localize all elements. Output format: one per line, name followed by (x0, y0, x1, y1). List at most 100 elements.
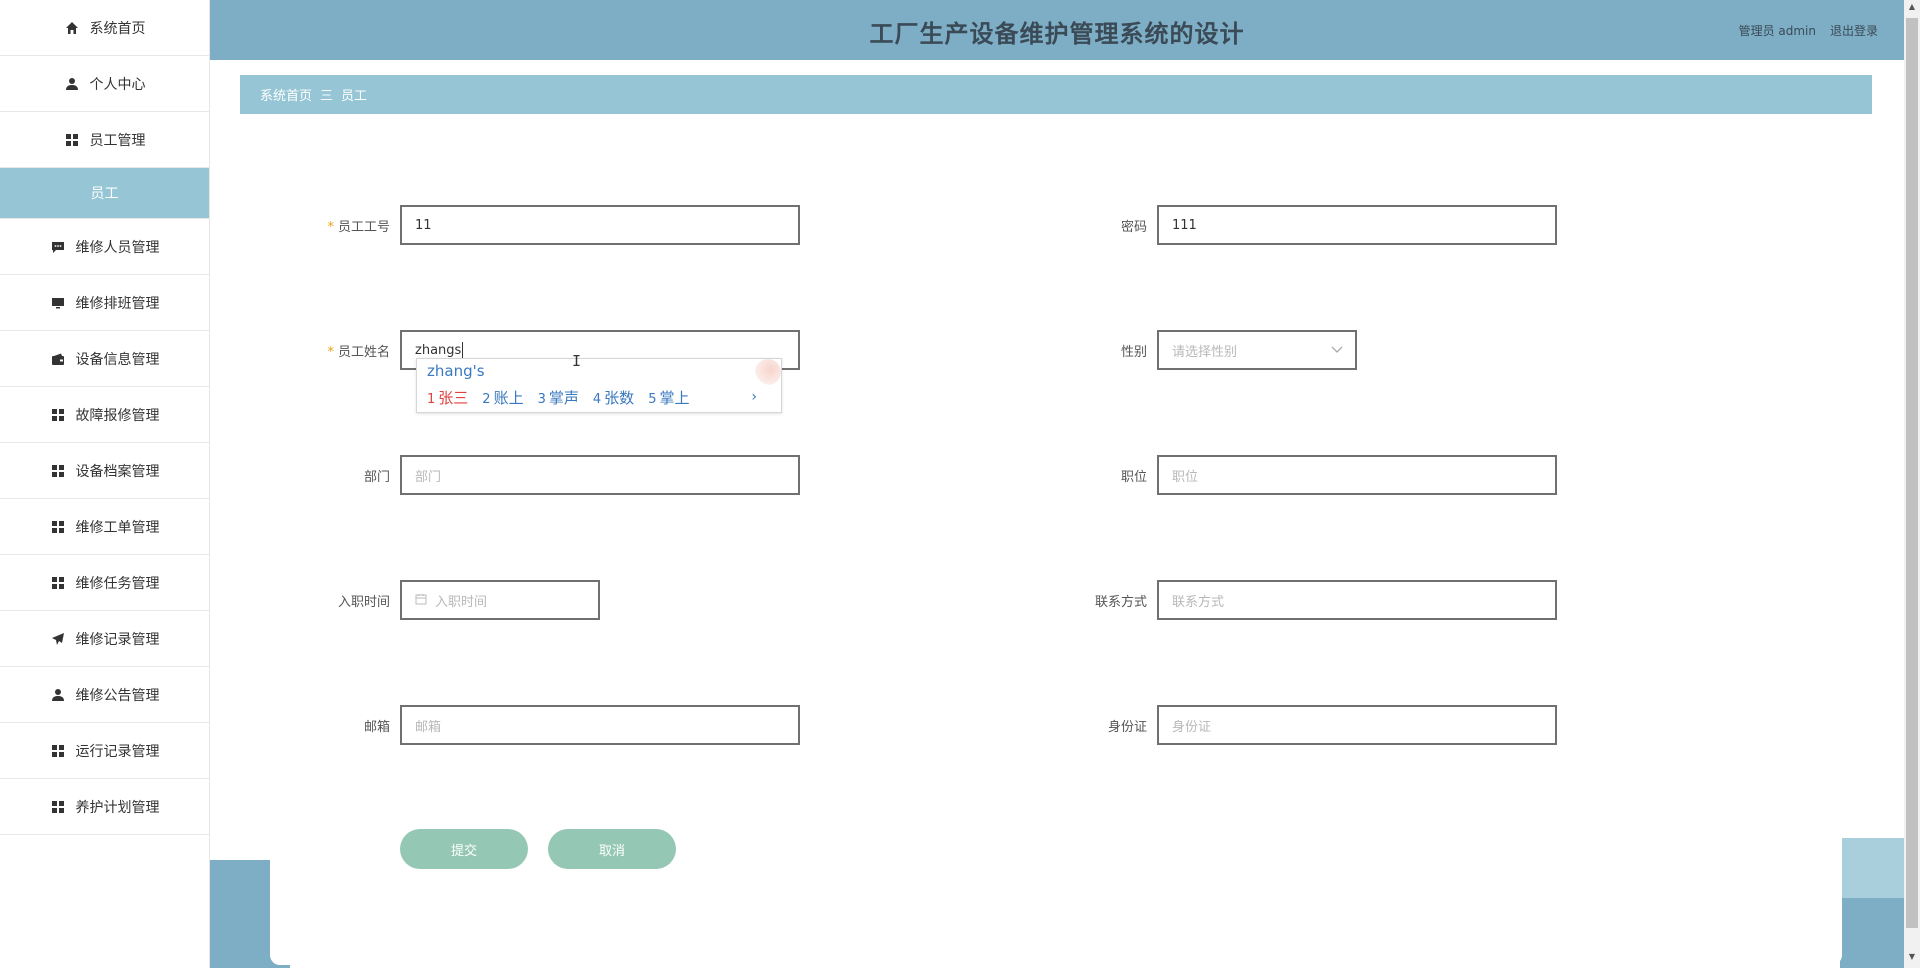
sidebar-item-repair-staff[interactable]: 维修人员管理 (0, 219, 209, 275)
ime-candidate-text: 掌声 (548, 389, 579, 407)
contact-placeholder: 联系方式 (1172, 594, 1225, 610)
ime-next-page-arrow[interactable]: › (751, 389, 757, 405)
breadcrumb-current: 员工 (341, 89, 368, 104)
sidebar-item-repair-notice[interactable]: 维修公告管理 (0, 667, 209, 723)
position-placeholder: 职位 (1172, 469, 1199, 485)
id-card-label: 身份证 (1107, 720, 1147, 735)
breadcrumb: 系统首页 三 员工 (240, 75, 1872, 114)
sidebar-item-home[interactable]: 系统首页 (0, 0, 209, 56)
sidebar-item-device-archive[interactable]: 设备档案管理 (0, 443, 209, 499)
sidebar-item-label: 设备档案管理 (75, 463, 160, 480)
calendar-icon (415, 593, 427, 608)
sidebar-item-label: 运行记录管理 (75, 743, 160, 760)
ime-candidate-text: 掌上 (659, 389, 690, 407)
ime-candidate-text: 张三 (438, 389, 469, 407)
email-label: 邮箱 (363, 720, 390, 735)
scroll-up-arrow[interactable]: ▲ (1904, 2, 1920, 16)
decorative-wave-right-light (1840, 838, 1904, 898)
sidebar-item-label: 维修任务管理 (75, 575, 160, 592)
cancel-button[interactable]: 取消 (548, 829, 676, 869)
sidebar-item-maintenance-plan[interactable]: 养护计划管理 (0, 779, 209, 835)
ime-candidate-number: 2 (482, 392, 491, 407)
ime-candidate-number: 1 (427, 392, 436, 407)
hire-date-picker[interactable]: 入职时间 (400, 580, 600, 620)
app-title: 工厂生产设备维护管理系统的设计 (869, 20, 1245, 48)
ime-candidate[interactable]: 3 掌声 (538, 387, 579, 408)
password-input[interactable]: 111 (1157, 205, 1557, 245)
hire-date-placeholder: 入职时间 (435, 594, 488, 610)
sidebar-item-profile[interactable]: 个人中心 (0, 56, 209, 112)
sidebar-item-label: 维修排班管理 (75, 295, 160, 312)
logout-link[interactable]: 退出登录 (1830, 22, 1878, 39)
hire-date-label: 入职时间 (337, 595, 390, 610)
sidebar-item-label: 故障报修管理 (75, 407, 160, 424)
contact-label: 联系方式 (1094, 595, 1147, 610)
user-label: 管理员 admin (1738, 24, 1816, 38)
sidebar-item-employee-management[interactable]: 员工管理 (0, 112, 209, 168)
sidebar-item-device-info[interactable]: 设备信息管理 (0, 331, 209, 387)
department-input[interactable]: 部门 (400, 455, 800, 495)
person-icon (50, 687, 66, 703)
sidebar-item-run-record[interactable]: 运行记录管理 (0, 723, 209, 779)
sidebar-item-label: 维修人员管理 (75, 239, 160, 256)
sidebar-item-repair-task[interactable]: 维修任务管理 (0, 555, 209, 611)
sidebar-item-label: 员工 (90, 186, 119, 202)
sidebar-item-repair-record[interactable]: 维修记录管理 (0, 611, 209, 667)
breadcrumb-home[interactable]: 系统首页 (260, 85, 312, 104)
employee-no-input[interactable]: 11 (400, 205, 800, 245)
breadcrumb-separator: 三 (320, 89, 334, 104)
position-input[interactable]: 职位 (1157, 455, 1557, 495)
required-star: * (327, 220, 334, 235)
employee-no-label: * 员工工号 (270, 216, 390, 235)
submit-button[interactable]: 提交 (400, 829, 528, 869)
ime-candidate[interactable]: 2 账上 (482, 387, 523, 408)
sidebar-item-employee[interactable]: 员工 (0, 168, 209, 219)
grid-icon (64, 132, 80, 148)
send-icon (50, 631, 66, 647)
sidebar-item-label: 员工管理 (89, 132, 146, 149)
ime-candidate-number: 3 (537, 392, 546, 407)
department-label: 部门 (363, 470, 390, 485)
sidebar-item-label: 设备信息管理 (75, 351, 160, 368)
sidebar: 系统首页 个人中心 员工管理 员工 维修人员管理 维修排班管理 设备信息管理 故… (0, 0, 210, 968)
ime-candidate[interactable]: 1 张三 (427, 387, 468, 408)
monitor-icon (50, 295, 66, 311)
ime-candidate-list: 1 张三 2 账上 3 掌声 4 张数 5 掌上 (427, 387, 689, 408)
grid-icon (50, 463, 66, 479)
email-placeholder: 邮箱 (415, 719, 442, 735)
required-star: * (327, 345, 334, 360)
chevron-down-icon (1331, 344, 1343, 357)
scroll-down-arrow[interactable]: ▼ (1904, 952, 1920, 966)
gender-placeholder: 请选择性别 (1172, 344, 1238, 360)
sidebar-item-work-order[interactable]: 维修工单管理 (0, 499, 209, 555)
contact-input[interactable]: 联系方式 (1157, 580, 1557, 620)
ime-candidate[interactable]: 4 张数 (593, 387, 634, 408)
home-icon (64, 20, 80, 36)
scrollbar-thumb[interactable] (1906, 18, 1918, 928)
gender-label: 性别 (1120, 345, 1147, 360)
sidebar-item-repair-schedule[interactable]: 维修排班管理 (0, 275, 209, 331)
grid-icon (50, 519, 66, 535)
top-header: 工厂生产设备维护管理系统的设计 管理员 admin 退出登录 (210, 0, 1904, 60)
grid-icon (50, 743, 66, 759)
ime-candidate-popup: zhang's 1 张三 2 账上 3 掌声 4 张数 5 掌上 › (416, 358, 782, 413)
id-card-input[interactable]: 身份证 (1157, 705, 1557, 745)
user-area: 管理员 admin 退出登录 (1739, 22, 1878, 39)
chat-icon (50, 239, 66, 255)
gender-select[interactable]: 请选择性别 (1157, 330, 1357, 370)
email-input[interactable]: 邮箱 (400, 705, 800, 745)
text-cursor (462, 342, 464, 358)
sidebar-item-fault-report[interactable]: 故障报修管理 (0, 387, 209, 443)
grid-icon (50, 407, 66, 423)
wallet-icon (50, 351, 66, 367)
sidebar-item-label: 养护计划管理 (75, 799, 160, 816)
password-label: 密码 (1120, 220, 1147, 235)
employee-no-label-text: 员工工号 (337, 220, 390, 235)
employee-name-label-text: 员工姓名 (337, 345, 390, 360)
sidebar-item-label: 维修公告管理 (75, 687, 160, 704)
position-label: 职位 (1120, 470, 1147, 485)
ime-candidate-number: 4 (592, 392, 602, 407)
ime-candidate[interactable]: 5 掌上 (648, 387, 689, 408)
employee-name-label: * 员工姓名 (270, 341, 390, 360)
grid-icon (50, 799, 66, 815)
